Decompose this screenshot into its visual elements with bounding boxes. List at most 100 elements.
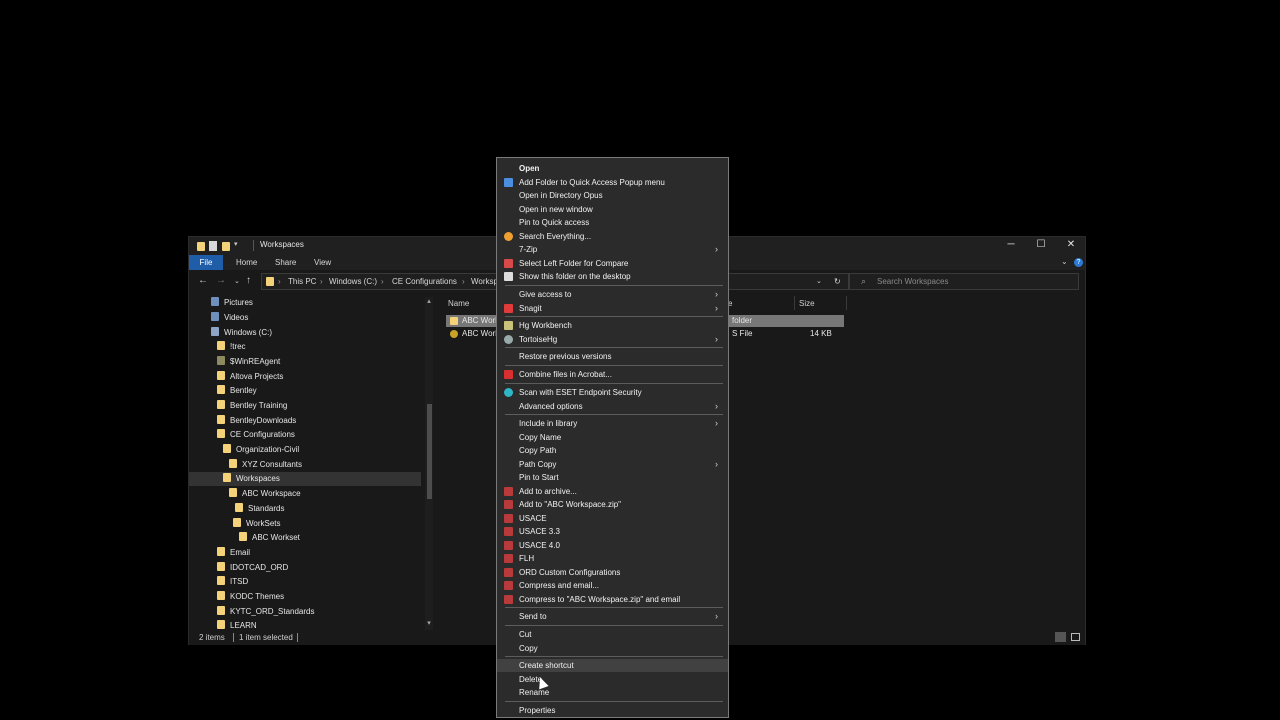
menu-item-label: Copy (519, 643, 538, 653)
menu-item-label: Open in new window (519, 204, 593, 214)
nav-item-kytc-ord-standards[interactable]: KYTC_ORD_Standards (189, 605, 421, 619)
nav-item-organization-civil[interactable]: Organization-Civil (189, 443, 421, 457)
menu-item-combine-files-in-acrobat[interactable]: Combine files in Acrobat... (497, 368, 728, 381)
nav-item-itsd[interactable]: ITSD (189, 575, 421, 589)
minimize-button[interactable]: ─ (1001, 239, 1021, 250)
column-header-size[interactable]: Size (799, 299, 815, 308)
tab-home[interactable]: Home (236, 258, 257, 267)
help-icon[interactable]: ? (1074, 258, 1083, 267)
large-icons-view-icon[interactable] (1071, 633, 1080, 641)
menu-item-hg-workbench[interactable]: Hg Workbench (497, 319, 728, 332)
menu-item-pin-to-start[interactable]: Pin to Start (497, 471, 728, 484)
menu-item-add-folder-to-quick-access-popup-menu[interactable]: Add Folder to Quick Access Popup menu (497, 176, 728, 189)
back-arrow-icon[interactable]: ← (198, 275, 208, 286)
nav-item-email[interactable]: Email (189, 546, 421, 560)
menu-item-ord-custom-configurations[interactable]: ORD Custom Configurations (497, 566, 728, 579)
address-dropdown-icon[interactable]: ⌄ (816, 277, 822, 285)
menu-item-open-in-new-window[interactable]: Open in new window (497, 203, 728, 216)
nav-item-learn[interactable]: LEARN (189, 619, 421, 630)
search-input[interactable]: ⌕ Search Workspaces (849, 273, 1079, 290)
menu-item-scan-with-eset-endpoint-security[interactable]: Scan with ESET Endpoint Security (497, 386, 728, 399)
tab-view[interactable]: View (314, 258, 331, 267)
expand-ribbon-icon[interactable]: ⌄ (1061, 257, 1068, 266)
nav-item-idotcad-ord[interactable]: IDOTCAD_ORD (189, 561, 421, 575)
item-count: 2 items (199, 633, 225, 642)
column-divider[interactable] (846, 296, 847, 310)
breadcrumb-windows-c[interactable]: Windows (C:) (329, 277, 377, 286)
nav-item-worksets[interactable]: WorkSets (189, 517, 421, 531)
nav-item-bentley-training[interactable]: Bentley Training (189, 399, 421, 413)
menu-item-properties[interactable]: Properties (497, 704, 728, 717)
menu-item-include-in-library[interactable]: Include in library › (497, 417, 728, 430)
details-view-icon[interactable] (1055, 632, 1066, 642)
column-header-name[interactable]: Name (448, 299, 469, 308)
menu-item-cut[interactable]: Cut (497, 628, 728, 641)
forward-arrow-icon[interactable]: → (216, 275, 226, 286)
breadcrumb-ce-configurations[interactable]: CE Configurations (392, 277, 457, 286)
menu-item-compress-and-email[interactable]: Compress and email... (497, 579, 728, 592)
menu-item-flh[interactable]: FLH (497, 552, 728, 565)
nav-item-kodc-themes[interactable]: KODC Themes (189, 590, 421, 604)
menu-item-search-everything[interactable]: Search Everything... (497, 230, 728, 243)
scroll-up-icon[interactable]: ▴ (425, 297, 433, 305)
nav-scrollbar-thumb[interactable] (427, 404, 432, 499)
file-size: 14 KB (810, 329, 832, 338)
nav-item-ce-configurations[interactable]: CE Configurations (189, 428, 421, 442)
menu-item-tortoisehg[interactable]: TortoiseHg › (497, 333, 728, 346)
menu-item-open[interactable]: Open (497, 162, 728, 175)
navigation-pane: Pictures Videos Windows (C:) !trec $WinREAge… (189, 297, 435, 630)
menu-item-usace-4-0[interactable]: USACE 4.0 (497, 539, 728, 552)
menu-item-copy-name[interactable]: Copy Name (497, 431, 728, 444)
breadcrumb-workspaces[interactable]: Worksp (471, 277, 498, 286)
menu-item-copy[interactable]: Copy (497, 642, 728, 655)
nav-item-bentleydownloads[interactable]: BentleyDownloads (189, 414, 421, 428)
qat-dropdown-icon[interactable]: ▾ (234, 240, 238, 248)
properties-icon[interactable] (209, 241, 217, 251)
menu-item-show-this-folder-on-the-desktop[interactable]: Show this folder on the desktop (497, 270, 728, 283)
nav-item-altova-projects[interactable]: Altova Projects (189, 370, 421, 384)
refresh-icon[interactable]: ↻ (834, 277, 841, 286)
menu-item-7-zip[interactable]: 7-Zip › (497, 243, 728, 256)
menu-item-give-access-to[interactable]: Give access to › (497, 288, 728, 301)
menu-item-open-in-directory-opus[interactable]: Open in Directory Opus (497, 189, 728, 202)
menu-item-copy-path[interactable]: Copy Path (497, 444, 728, 457)
nav-item-abc-workset[interactable]: ABC Workset (189, 531, 421, 545)
nav-item-trec[interactable]: !trec (189, 340, 421, 354)
column-divider[interactable] (794, 296, 795, 310)
nav-item-standards[interactable]: Standards (189, 502, 421, 516)
menu-item-usace-3-3[interactable]: USACE 3.3 (497, 525, 728, 538)
menu-item-restore-previous-versions[interactable]: Restore previous versions (497, 350, 728, 363)
menu-item-delete[interactable]: Delete (497, 673, 728, 686)
nav-item-xyz-consultants[interactable]: XYZ Consultants (189, 458, 421, 472)
tab-file[interactable]: File (189, 255, 223, 270)
nav-item-bentley[interactable]: Bentley (189, 384, 421, 398)
maximize-button[interactable]: ☐ (1031, 239, 1051, 250)
nav-item-windows-c[interactable]: Windows (C:) (189, 326, 421, 340)
nav-item-abc-workspace[interactable]: ABC Workspace (189, 487, 421, 501)
menu-item-rename[interactable]: Rename (497, 686, 728, 699)
menu-item-create-shortcut[interactable]: Create shortcut (497, 659, 728, 672)
nav-item-videos[interactable]: Videos (189, 311, 421, 325)
menu-item-advanced-options[interactable]: Advanced options › (497, 400, 728, 413)
menu-item-send-to[interactable]: Send to › (497, 610, 728, 623)
menu-item-compress-to-abc-workspace-zip-and-email[interactable]: Compress to "ABC Workspace.zip" and emai… (497, 593, 728, 606)
menu-item-path-copy[interactable]: Path Copy › (497, 458, 728, 471)
menu-item-pin-to-quick-access[interactable]: Pin to Quick access (497, 216, 728, 229)
up-arrow-icon[interactable]: ↑ (246, 275, 251, 286)
breadcrumb-this-pc[interactable]: This PC (288, 277, 316, 286)
menu-item-add-to-abc-workspace-zip[interactable]: Add to "ABC Workspace.zip" (497, 498, 728, 511)
submenu-arrow-icon: › (715, 458, 718, 469)
new-folder-icon[interactable] (222, 242, 230, 251)
nav-item-winreagent[interactable]: $WinREAgent (189, 355, 421, 369)
menu-item-usace[interactable]: USACE (497, 512, 728, 525)
nav-item-workspaces[interactable]: Workspaces (189, 472, 421, 486)
scroll-down-icon[interactable]: ▾ (425, 619, 433, 627)
menu-item-add-to-archive[interactable]: Add to archive... (497, 485, 728, 498)
close-button[interactable]: ✕ (1061, 239, 1081, 250)
folder-icon (217, 341, 225, 350)
nav-item-pictures[interactable]: Pictures (189, 297, 421, 310)
menu-item-snagit[interactable]: Snagit › (497, 302, 728, 315)
recent-dropdown-icon[interactable]: ⌄ (234, 277, 240, 285)
tab-share[interactable]: Share (275, 258, 296, 267)
menu-item-select-left-folder-for-compare[interactable]: Select Left Folder for Compare (497, 257, 728, 270)
